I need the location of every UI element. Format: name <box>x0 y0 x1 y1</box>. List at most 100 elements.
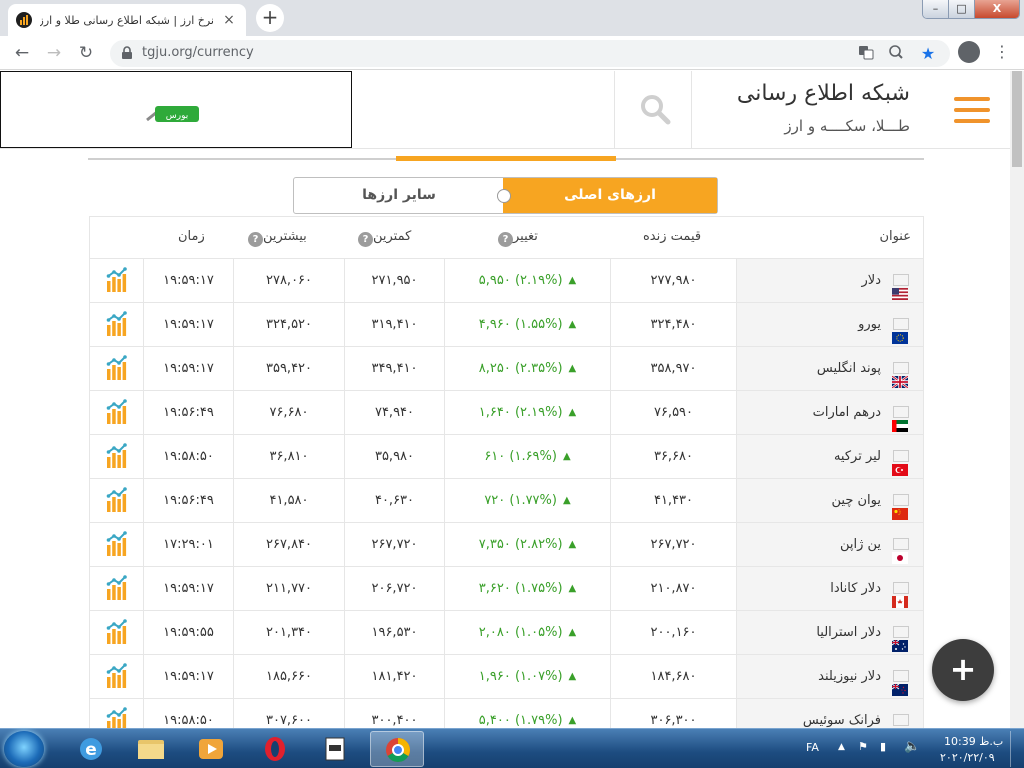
help-icon[interactable]: ? <box>248 232 263 247</box>
currency-name[interactable]: لیر ترکیه <box>736 435 923 478</box>
toggle-knob-icon[interactable] <box>497 189 511 203</box>
chart-icon[interactable] <box>105 399 129 425</box>
media-player-icon[interactable] <box>184 731 238 767</box>
browser-menu-icon[interactable]: ⋮ <box>994 41 1010 63</box>
language-indicator[interactable]: FA <box>806 741 819 754</box>
table-row[interactable]: یوان چین ۴۱,۴۳۰ ۷۲۰ (۱.۷۷%) ▲ ۴۰,۶۳۰ ۴۱,۵۸۰ ۱۹… <box>90 479 923 523</box>
chart-cell[interactable] <box>90 435 143 478</box>
table-row[interactable]: دلار ۲۷۷,۹۸۰ ۵,۹۵۰ (۲.۱۹%) ▲ ۲۷۱,۹۵۰ ۲۷۸,۰۶۰ ۱… <box>90 259 923 303</box>
table-row[interactable]: دلار استرالیا ۲۰۰,۱۶۰ ۲,۰۸۰ (۱.۰۵%) ▲ ۱۹۶,۵۳… <box>90 611 923 655</box>
zoom-icon[interactable] <box>886 44 906 64</box>
file-explorer-icon[interactable] <box>124 731 178 767</box>
tab-close-icon[interactable]: × <box>220 12 238 28</box>
chart-icon[interactable] <box>105 267 129 293</box>
chart-cell[interactable] <box>90 479 143 522</box>
url-text[interactable]: tgju.org/currency <box>142 45 254 60</box>
table-row[interactable]: یورو ۳۲۴,۴۸۰ ۴,۹۶۰ (۱.۵۵%) ▲ ۳۱۹,۴۱۰ ۳۲۴,۵۲۰ ۱… <box>90 303 923 347</box>
up-arrow-icon: ▲ <box>562 451 571 462</box>
hamburger-menu-icon[interactable] <box>950 95 992 125</box>
table-row[interactable]: دلار نیوزیلند ۱۸۴,۶۸۰ ۱,۹۶۰ (۱.۰۷%) ▲ ۱۸۱,۴۲… <box>90 655 923 699</box>
update-time: ۱۹:۵۹:۱۷ <box>143 303 233 346</box>
chart-icon[interactable] <box>105 443 129 469</box>
show-hidden-icons-icon[interactable]: ▲ <box>838 742 845 752</box>
chart-cell[interactable] <box>90 611 143 654</box>
document-app-icon[interactable] <box>308 731 362 767</box>
new-tab-button[interactable]: + <box>256 4 284 32</box>
chart-cell[interactable] <box>90 303 143 346</box>
chrome-taskbar-icon[interactable] <box>370 731 424 767</box>
table-row[interactable]: ین ژاپن ۲۶۷,۷۲۰ ۷,۳۵۰ (۲.۸۲%) ▲ ۲۶۷,۷۲۰ ۲۶۷,۸… <box>90 523 923 567</box>
currency-name[interactable]: یورو <box>736 303 923 346</box>
tab-other-currencies[interactable]: سایر ارزها <box>294 178 504 213</box>
show-desktop-button[interactable] <box>1010 731 1022 767</box>
chart-icon[interactable] <box>105 619 129 645</box>
currency-name[interactable]: فرانک سوئیس <box>736 699 923 728</box>
flag-ch-icon <box>893 714 909 726</box>
translate-icon[interactable] <box>856 44 876 64</box>
currency-name[interactable]: دلار استرالیا <box>736 611 923 654</box>
currency-name[interactable]: دلار نیوزیلند <box>736 655 923 698</box>
tab-main-currencies[interactable]: ارزهای اصلی <box>503 178 717 213</box>
chart-icon[interactable] <box>105 311 129 337</box>
volume-icon[interactable]: 🔈 <box>904 739 920 754</box>
chart-cell[interactable] <box>90 655 143 698</box>
help-icon[interactable]: ? <box>358 232 373 247</box>
chart-icon[interactable] <box>105 575 129 601</box>
chart-icon[interactable] <box>105 663 129 689</box>
clock-time[interactable]: 10:39 ب.ظ <box>944 735 1003 748</box>
network-icon[interactable]: ▮ <box>880 740 886 753</box>
chart-cell[interactable] <box>90 347 143 390</box>
currency-name[interactable]: دلار <box>736 259 923 302</box>
address-bar[interactable]: tgju.org/currency ★ <box>110 40 950 67</box>
tab-title: نرخ ارز | شبکه اطلاع رسانی طلا و ارز <box>40 13 214 27</box>
windows-start-icon[interactable] <box>4 731 44 767</box>
close-window-button[interactable]: X <box>975 0 1019 18</box>
chart-icon[interactable] <box>105 487 129 513</box>
reload-icon[interactable]: ↻ <box>74 41 98 65</box>
site-header: بورس شبکه اطلاع رسانی طـــلا، سکــــه و … <box>0 71 1010 149</box>
chart-cell[interactable] <box>90 699 143 728</box>
bookmark-star-icon[interactable]: ★ <box>918 44 938 64</box>
currency-group-toggle[interactable]: سایر ارزها ارزهای اصلی <box>293 177 718 214</box>
chart-icon[interactable] <box>105 531 129 557</box>
low-price: ۳۰۰,۴۰۰ <box>344 699 444 728</box>
chart-icon[interactable] <box>105 707 129 728</box>
forward-arrow-icon[interactable]: → <box>42 41 66 65</box>
chart-cell[interactable] <box>90 523 143 566</box>
chart-cell[interactable] <box>90 567 143 610</box>
page-scrollbar[interactable] <box>1010 71 1024 728</box>
help-icon[interactable]: ? <box>498 232 513 247</box>
profile-avatar-icon[interactable] <box>958 41 980 63</box>
back-arrow-icon[interactable]: ← <box>10 41 34 65</box>
currency-name[interactable]: یوان چین <box>736 479 923 522</box>
browser-tab[interactable]: نرخ ارز | شبکه اطلاع رسانی طلا و ارز × <box>8 4 246 36</box>
chart-cell[interactable] <box>90 259 143 302</box>
currency-name[interactable]: پوند انگلیس <box>736 347 923 390</box>
table-row[interactable]: لیر ترکیه ۳۶,۶۸۰ ۶۱۰ (۱.۶۹%) ▲ ۳۵,۹۸۰ ۳۶,۸۱۰ ۱… <box>90 435 923 479</box>
currency-name[interactable]: دلار کانادا <box>736 567 923 610</box>
low-price: ۱۹۶,۵۳۰ <box>344 611 444 654</box>
table-row[interactable]: پوند انگلیس ۳۵۸,۹۷۰ ۸,۲۵۰ (۲.۳۵%) ▲ ۳۴۹,۴۱۰ ۳… <box>90 347 923 391</box>
currency-name[interactable]: درهم امارات <box>736 391 923 434</box>
chart-icon[interactable] <box>105 355 129 381</box>
internet-explorer-icon[interactable]: e <box>64 731 118 767</box>
clock-date[interactable]: ۲۰۲۰/۲۲/۰۹ <box>940 751 995 764</box>
flag-eu-icon <box>892 318 909 344</box>
header-change: تغییر? <box>492 229 538 247</box>
currency-name[interactable]: ین ژاپن <box>736 523 923 566</box>
table-row[interactable]: دلار کانادا ۲۱۰,۸۷۰ ۳,۶۲۰ (۱.۷۵%) ▲ ۲۰۶,۷۲۰ ۲… <box>90 567 923 611</box>
table-row[interactable]: درهم امارات ۷۶,۵۹۰ ۱,۶۴۰ (۲.۱۹%) ▲ ۷۴,۹۴۰ ۷۶,… <box>90 391 923 435</box>
scrollbar-thumb[interactable] <box>1012 71 1022 167</box>
chart-cell[interactable] <box>90 391 143 434</box>
live-price: ۲۶۷,۷۲۰ <box>610 523 736 566</box>
table-row[interactable]: فرانک سوئیس ۳۰۶,۳۰۰ ۵,۴۰۰ (۱.۷۹%) ▲ ۳۰۰,۴۰۰ ۳… <box>90 699 923 728</box>
brand-title[interactable]: شبکه اطلاع رسانی <box>737 81 910 106</box>
flag-notification-icon[interactable]: ⚑ <box>858 740 868 753</box>
minimize-button[interactable]: – <box>923 0 949 18</box>
ad-banner[interactable]: بورس <box>0 71 352 148</box>
bourse-logo-text: بورس <box>166 111 189 121</box>
site-search-button[interactable] <box>614 71 692 148</box>
maximize-button[interactable]: □ <box>949 0 975 18</box>
add-floating-button[interactable]: + <box>932 639 994 701</box>
opera-browser-icon[interactable] <box>248 731 302 767</box>
